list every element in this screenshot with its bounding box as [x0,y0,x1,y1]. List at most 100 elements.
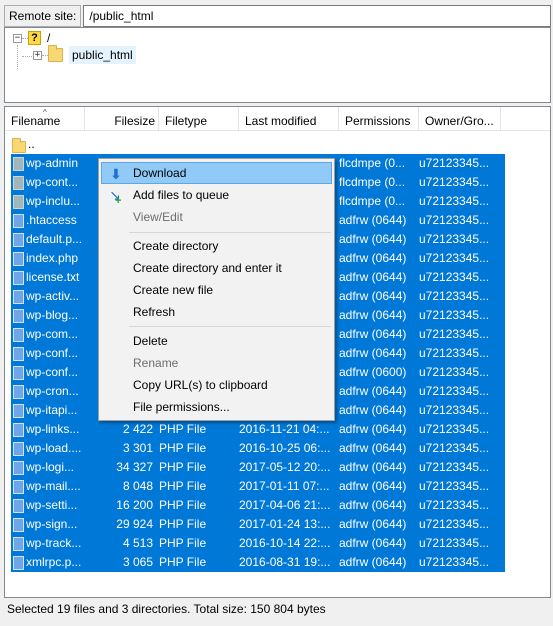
php-file-icon [13,442,24,456]
file-icon [13,271,24,285]
php-file-icon [13,347,24,361]
cell-last-modified: 2016-11-21 04:... [239,422,330,436]
sort-ascending-icon: ^ [43,108,47,117]
php-file-icon [13,480,24,494]
menu-refresh[interactable]: Refresh [101,301,332,323]
cell-filename: wp-blog... [26,308,79,322]
table-row[interactable]: wp-sign... 29 924 PHP File 2017-01-24 13:..… [11,515,505,534]
cell-last-modified: 2017-04-06 21:... [239,498,331,512]
cell-permissions: adfrw (0600) [339,365,407,379]
cell-owner: u72123345... [419,175,490,189]
cell-permissions: adfrw (0644) [339,232,407,246]
cell-filetype: PHP File [159,422,207,436]
cell-owner: u72123345... [419,384,490,398]
cell-owner: u72123345... [419,422,490,436]
table-row[interactable]: wp-track... 4 513 PHP File 2016-10-14 22:..… [11,534,505,553]
cell-filename: .htaccess [26,213,77,227]
folder-icon [12,138,26,153]
menu-copy-url[interactable]: Copy URL(s) to clipboard [101,374,332,396]
column-filetype[interactable]: Filetype [159,107,239,131]
cell-filename: wp-cont... [26,175,79,189]
column-filesize[interactable]: Filesize [85,107,159,131]
menu-download-label: Download [133,166,187,180]
cell-filetype: PHP File [159,555,207,569]
ftp-client-window: Remote site: /public_html − ? / + public… [0,0,553,626]
table-row[interactable]: xmlrpc.p... 3 065 PHP File 2016-08-31 19:..… [11,553,505,572]
menu-add-to-queue-label: Add files to queue [133,188,230,202]
cell-filename: xmlrpc.p... [26,555,82,569]
cell-owner: u72123345... [419,403,490,417]
expand-icon[interactable]: + [33,50,42,60]
tree-node-public-html[interactable]: + public_html [33,45,136,64]
cell-owner: u72123345... [419,270,490,284]
tree-node-label: public_html [69,46,136,64]
download-arrow-icon: ⬇ [110,166,122,182]
file-icon [13,214,24,228]
php-file-icon [13,290,24,304]
tree-node-root[interactable]: − ? / [13,29,50,47]
cell-filename: wp-load.... [26,441,82,455]
add-queue-icon: ↘ + [109,187,122,207]
menu-delete[interactable]: Delete [101,330,332,352]
table-row[interactable]: wp-logi... 34 327 PHP File 2017-05-12 20:..… [11,458,505,477]
column-last-modified[interactable]: Last modified [239,107,339,131]
menu-separator [129,232,331,233]
php-file-icon [13,252,24,266]
php-file-icon [13,385,24,399]
cell-filesize: 3 065 [122,555,153,569]
cell-filename: wp-com... [26,327,79,341]
php-file-icon [13,309,24,323]
cell-filetype: PHP File [159,517,207,531]
column-permissions[interactable]: Permissions [339,107,419,131]
table-row[interactable]: wp-load.... 3 301 PHP File 2016-10-25 06:..… [11,439,505,458]
cell-permissions: adfrw (0644) [339,517,407,531]
remote-directory-tree[interactable]: − ? / + public_html [4,27,551,103]
cell-filename: wp-inclu... [26,194,81,208]
cell-owner: u72123345... [419,308,490,322]
php-file-icon [13,366,24,380]
menu-file-permissions[interactable]: File permissions... [101,396,332,418]
cell-owner: u72123345... [419,555,490,569]
cell-filetype: PHP File [159,498,207,512]
cell-permissions: adfrw (0644) [339,422,407,436]
folder-icon [48,45,63,62]
menu-create-directory[interactable]: Create directory [101,235,332,257]
cell-filetype: PHP File [159,460,207,474]
table-row[interactable]: wp-setti... 16 200 PHP File 2017-04-06 21:.… [11,496,505,515]
cell-filesize: 3 301 [122,441,153,455]
cell-permissions: adfrw (0644) [339,327,407,341]
cell-owner: u72123345... [419,365,490,379]
parent-directory-row[interactable]: .. [11,135,505,154]
cell-last-modified: 2016-08-31 19:... [239,555,331,569]
cell-owner: u72123345... [419,536,490,550]
cell-filename: wp-conf... [26,365,79,379]
cell-filename: index.php [26,251,79,265]
menu-create-new-file[interactable]: Create new file [101,279,332,301]
collapse-icon[interactable]: − [13,33,22,43]
context-menu: ⬇ Download ↘ + Add files to queue View/Ed… [98,158,335,421]
cell-permissions: adfrw (0644) [339,213,407,227]
remote-site-bar: Remote site: /public_html [4,5,551,27]
cell-filename: wp-mail.... [26,479,81,493]
menu-create-directory-enter[interactable]: Create directory and enter it [101,257,332,279]
column-owner-group[interactable]: Owner/Gro... [419,107,501,131]
menu-create-directory-label: Create directory [133,239,219,253]
remote-site-label: Remote site: [4,5,82,27]
table-row[interactable]: wp-mail.... 8 048 PHP File 2017-01-11 07:..… [11,477,505,496]
cell-filename: wp-sign... [26,517,78,531]
remote-path-input[interactable]: /public_html [83,5,551,27]
php-file-icon [13,404,24,418]
parent-directory-label: .. [28,137,35,151]
menu-download[interactable]: ⬇ Download [101,162,332,184]
cell-last-modified: 2016-10-14 22:... [239,536,331,550]
table-row[interactable]: wp-links... 2 422 PHP File 2016-11-21 04:..… [11,420,505,439]
menu-file-permissions-label: File permissions... [133,400,230,414]
cell-owner: u72123345... [419,156,490,170]
cell-permissions: adfrw (0644) [339,498,407,512]
cell-filename: wp-itapi... [26,403,78,417]
cell-permissions: flcdmpe (0... [339,156,406,170]
menu-create-directory-enter-label: Create directory and enter it [133,261,282,275]
cell-filename: wp-conf... [26,346,79,360]
cell-filename: default.p... [26,232,83,246]
menu-add-to-queue[interactable]: ↘ + Add files to queue [101,184,332,207]
